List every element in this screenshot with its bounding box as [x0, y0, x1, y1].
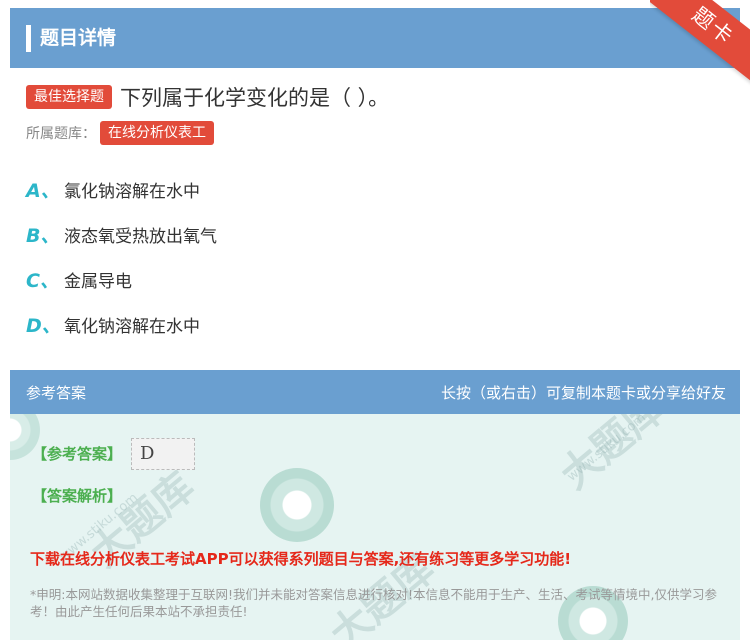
watermark-logo	[260, 468, 334, 542]
answer-header: 参考答案 长按（或右击）可复制本题卡或分享给好友	[10, 370, 740, 414]
option-letter: B、	[26, 225, 60, 247]
option-c[interactable]: C、 金属导电	[26, 266, 132, 293]
answer-panel: 大题库 大题库 大题库 www.stiku.com www.stiku.com …	[10, 370, 740, 640]
header-accent-bar	[26, 25, 31, 52]
option-text: 金属导电	[64, 272, 132, 292]
ribbon-label: 题卡	[650, 0, 750, 88]
bank-name-badge[interactable]: 在线分析仪表工	[100, 121, 214, 145]
option-letter: A、	[26, 180, 60, 202]
option-letter: C、	[26, 270, 59, 292]
option-a[interactable]: A、 氯化钠溶解在水中	[26, 176, 200, 203]
option-letter: D、	[26, 315, 61, 337]
option-b[interactable]: B、 液态氧受热放出氧气	[26, 221, 217, 248]
option-d[interactable]: D、 氧化钠溶解在水中	[26, 311, 200, 338]
answer-section-title: 参考答案	[26, 384, 87, 402]
question-text: 下列属于化学变化的是（ ）。	[120, 86, 390, 110]
question-detail-header: 题目详情	[10, 8, 740, 68]
option-text: 液态氧受热放出氧气	[64, 227, 217, 247]
option-text: 氧化钠溶解在水中	[64, 317, 200, 337]
question-card-ribbon[interactable]: 题卡	[650, 0, 750, 90]
share-hint: 长按（或右击）可复制本题卡或分享给好友	[440, 384, 726, 402]
bank-label: 所属题库：	[26, 126, 96, 142]
question-row: 最佳选择题 下列属于化学变化的是（ ）。	[26, 82, 389, 112]
question-bank-row: 所属题库： 在线分析仪表工	[26, 121, 214, 145]
question-type-badge: 最佳选择题	[26, 85, 112, 109]
answer-label: 【参考答案】	[32, 445, 123, 463]
answer-value-image: D	[131, 438, 195, 470]
page-title: 题目详情	[40, 27, 117, 49]
option-text: 氯化钠溶解在水中	[64, 182, 200, 202]
analysis-label: 【答案解析】	[32, 487, 123, 505]
app-download-promo[interactable]: 下载在线分析仪表工考试APP可以获得系列题目与答案,还有练习等更多学习功能!	[30, 548, 571, 569]
disclaimer-text: *申明:本网站数据收集整理于互联网!我们并未能对答案信息进行核对!本信息不能用于…	[30, 587, 717, 619]
